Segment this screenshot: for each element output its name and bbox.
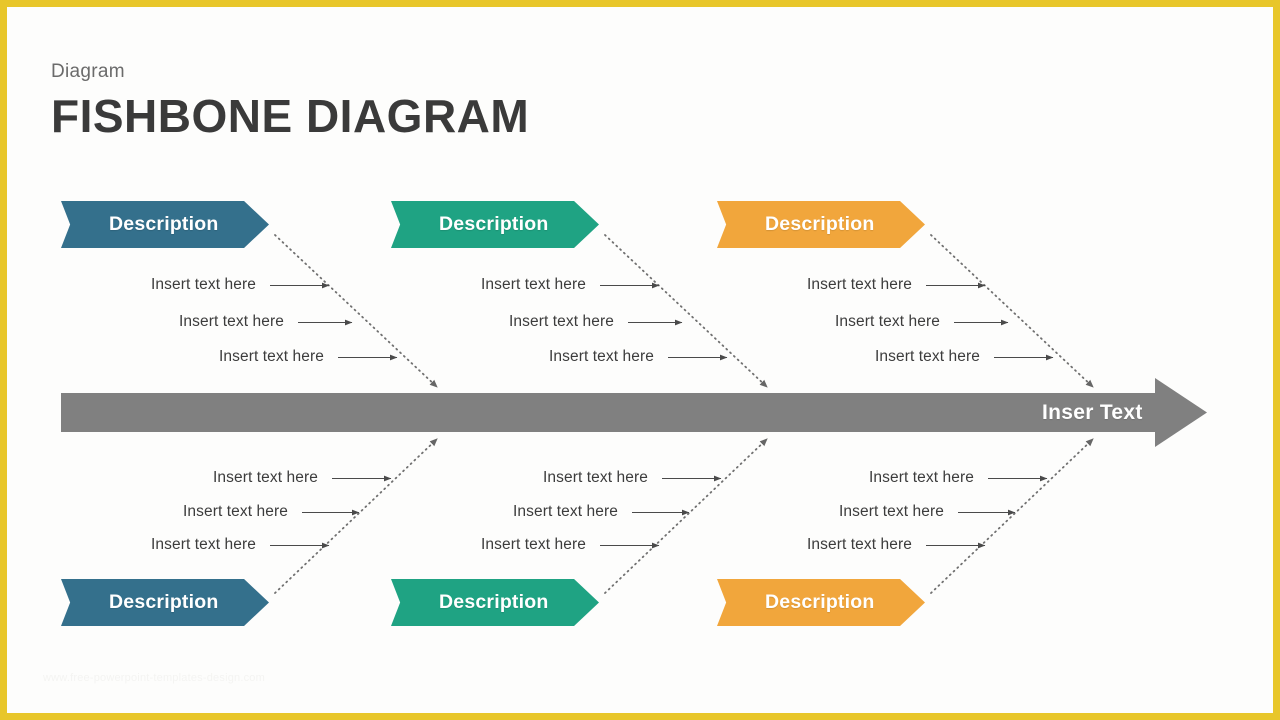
bone-label: Insert text here — [543, 469, 648, 486]
bone-arrow-icon — [627, 319, 683, 325]
banner-bottom-orange[interactable]: Description — [717, 579, 925, 626]
spine-label: Inser Text — [1042, 401, 1143, 424]
bone-bottom-orange-3[interactable]: Insert text here — [807, 536, 986, 554]
bone-arrow-icon — [993, 354, 1054, 360]
bone-label: Insert text here — [513, 503, 618, 520]
bone-label: Insert text here — [151, 276, 256, 293]
bone-label: Insert text here — [481, 536, 586, 553]
bone-top-green-3[interactable]: Insert text here — [549, 348, 728, 366]
banner-top-green[interactable]: Description — [391, 201, 599, 248]
bone-arrow-icon — [987, 475, 1048, 481]
bone-bottom-green-3[interactable]: Insert text here — [481, 536, 660, 554]
bone-top-orange-3[interactable]: Insert text here — [875, 348, 1054, 366]
bone-arrow-icon — [631, 509, 690, 515]
banner-bottom-blue[interactable]: Description — [61, 579, 269, 626]
bone-label: Insert text here — [807, 536, 912, 553]
bone-top-blue-1[interactable]: Insert text here — [151, 276, 330, 294]
banner-top-blue[interactable]: Description — [61, 201, 269, 248]
bone-arrow-icon — [331, 475, 392, 481]
bone-arrow-icon — [925, 542, 986, 548]
spine-arrow — [61, 378, 1207, 447]
bone-bottom-orange-1[interactable]: Insert text here — [869, 469, 1048, 487]
bone-bottom-green-2[interactable]: Insert text here — [513, 503, 690, 521]
bone-arrow-icon — [337, 354, 398, 360]
banner-label: Description — [765, 213, 875, 235]
bone-top-blue-2[interactable]: Insert text here — [179, 313, 353, 331]
banner-label: Description — [109, 591, 219, 613]
bone-label: Insert text here — [183, 503, 288, 520]
bone-bottom-blue-2[interactable]: Insert text here — [183, 503, 360, 521]
bone-bottom-orange-2[interactable]: Insert text here — [839, 503, 1016, 521]
bone-label: Insert text here — [875, 348, 980, 365]
bone-arrow-icon — [599, 542, 660, 548]
banner-label: Description — [765, 591, 875, 613]
slide-canvas: Diagram FISHBONE DIAGRAM Inser Text Desc… — [7, 7, 1273, 713]
bone-arrow-icon — [667, 354, 728, 360]
bone-bottom-blue-1[interactable]: Insert text here — [213, 469, 392, 487]
bone-arrow-icon — [269, 282, 330, 288]
bone-arrow-icon — [297, 319, 353, 325]
bone-arrow-icon — [957, 509, 1016, 515]
bone-label: Insert text here — [151, 536, 256, 553]
bone-label: Insert text here — [807, 276, 912, 293]
banner-label: Description — [439, 213, 549, 235]
bone-arrow-icon — [925, 282, 986, 288]
bone-label: Insert text here — [213, 469, 318, 486]
watermark: www.free-powerpoint-templates-design.com — [43, 672, 265, 684]
bone-top-green-2[interactable]: Insert text here — [509, 313, 683, 331]
bone-arrow-icon — [269, 542, 330, 548]
bone-label: Insert text here — [509, 313, 614, 330]
bone-label: Insert text here — [481, 276, 586, 293]
bone-arrow-icon — [661, 475, 722, 481]
banner-bottom-green[interactable]: Description — [391, 579, 599, 626]
bone-top-blue-3[interactable]: Insert text here — [219, 348, 398, 366]
bone-label: Insert text here — [179, 313, 284, 330]
bone-label: Insert text here — [549, 348, 654, 365]
bone-label: Insert text here — [839, 503, 944, 520]
bone-label: Insert text here — [869, 469, 974, 486]
bone-arrow-icon — [953, 319, 1009, 325]
bone-bottom-blue-3[interactable]: Insert text here — [151, 536, 330, 554]
banner-top-orange[interactable]: Description — [717, 201, 925, 248]
bone-label: Insert text here — [219, 348, 324, 365]
bone-top-orange-2[interactable]: Insert text here — [835, 313, 1009, 331]
bone-bottom-green-1[interactable]: Insert text here — [543, 469, 722, 487]
bone-label: Insert text here — [835, 313, 940, 330]
bone-arrow-icon — [599, 282, 660, 288]
bone-top-green-1[interactable]: Insert text here — [481, 276, 660, 294]
bone-top-orange-1[interactable]: Insert text here — [807, 276, 986, 294]
bone-arrow-icon — [301, 509, 360, 515]
banner-label: Description — [109, 213, 219, 235]
banner-label: Description — [439, 591, 549, 613]
